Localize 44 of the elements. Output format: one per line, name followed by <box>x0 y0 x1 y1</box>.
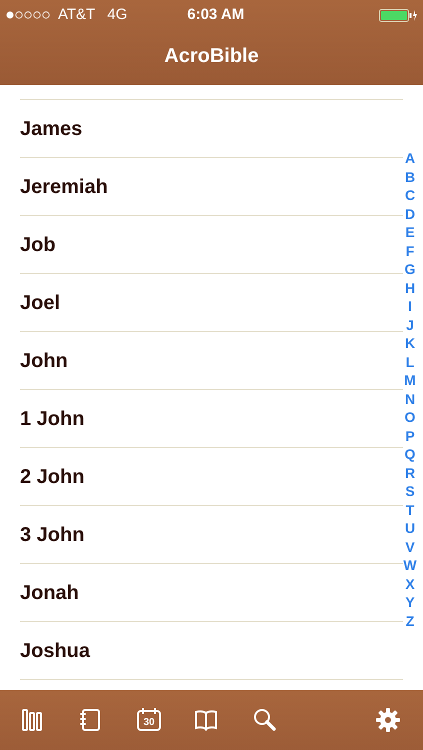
index-letter[interactable]: V <box>405 538 415 556</box>
network-type: 4G <box>107 4 128 25</box>
search-icon[interactable] <box>252 707 278 733</box>
index-letter[interactable]: W <box>403 556 417 574</box>
index-letter[interactable]: F <box>406 242 414 260</box>
index-letter[interactable]: O <box>404 408 416 426</box>
index-letter[interactable]: L <box>406 352 414 371</box>
book-name[interactable]: 2 John <box>20 462 84 492</box>
index-letter[interactable]: E <box>405 223 415 242</box>
index-letter[interactable]: M <box>404 371 416 390</box>
index-letter[interactable]: D <box>404 204 416 223</box>
index-letter[interactable]: B <box>404 168 416 186</box>
index-letter[interactable]: C <box>404 186 416 204</box>
index-letter[interactable]: T <box>406 500 414 519</box>
book-name[interactable]: Jeremiah <box>20 172 108 202</box>
index-letter[interactable]: R <box>404 464 416 482</box>
carrier-name: AT&T <box>58 4 96 25</box>
index-letter[interactable]: X <box>405 574 415 593</box>
index-letter[interactable]: H <box>404 278 416 297</box>
book-name[interactable]: James <box>20 114 82 144</box>
clock: 6:03 AM <box>187 4 244 25</box>
book-name[interactable]: 1 John <box>20 404 84 434</box>
battery-icon <box>379 8 417 22</box>
index-letter[interactable]: J <box>406 316 414 334</box>
index-letter[interactable]: Y <box>405 593 415 612</box>
index-letter[interactable]: S <box>405 482 415 500</box>
calendar-tab[interactable]: 30 <box>136 707 162 733</box>
index-letter[interactable]: N <box>404 390 416 408</box>
index-letter[interactable]: U <box>404 519 416 538</box>
book-name[interactable]: Jonah <box>20 578 79 608</box>
index-letter[interactable]: K <box>404 334 416 352</box>
index-letter[interactable]: Q <box>404 445 416 464</box>
book-name[interactable]: Job <box>20 230 56 260</box>
index-letter[interactable]: I <box>408 297 412 316</box>
book-name[interactable]: 3 John <box>20 520 84 550</box>
book-name[interactable]: John <box>20 346 68 376</box>
index-letter[interactable]: G <box>404 260 416 278</box>
index-letter[interactable]: P <box>405 426 415 445</box>
index-letter[interactable]: Z <box>406 612 414 630</box>
settings-icon[interactable] <box>375 707 401 733</box>
book-name[interactable]: Joshua <box>20 636 90 666</box>
index-letter[interactable]: A <box>404 149 416 168</box>
book-name[interactable]: Joel <box>20 288 60 318</box>
app-title: AcroBible <box>164 44 259 68</box>
